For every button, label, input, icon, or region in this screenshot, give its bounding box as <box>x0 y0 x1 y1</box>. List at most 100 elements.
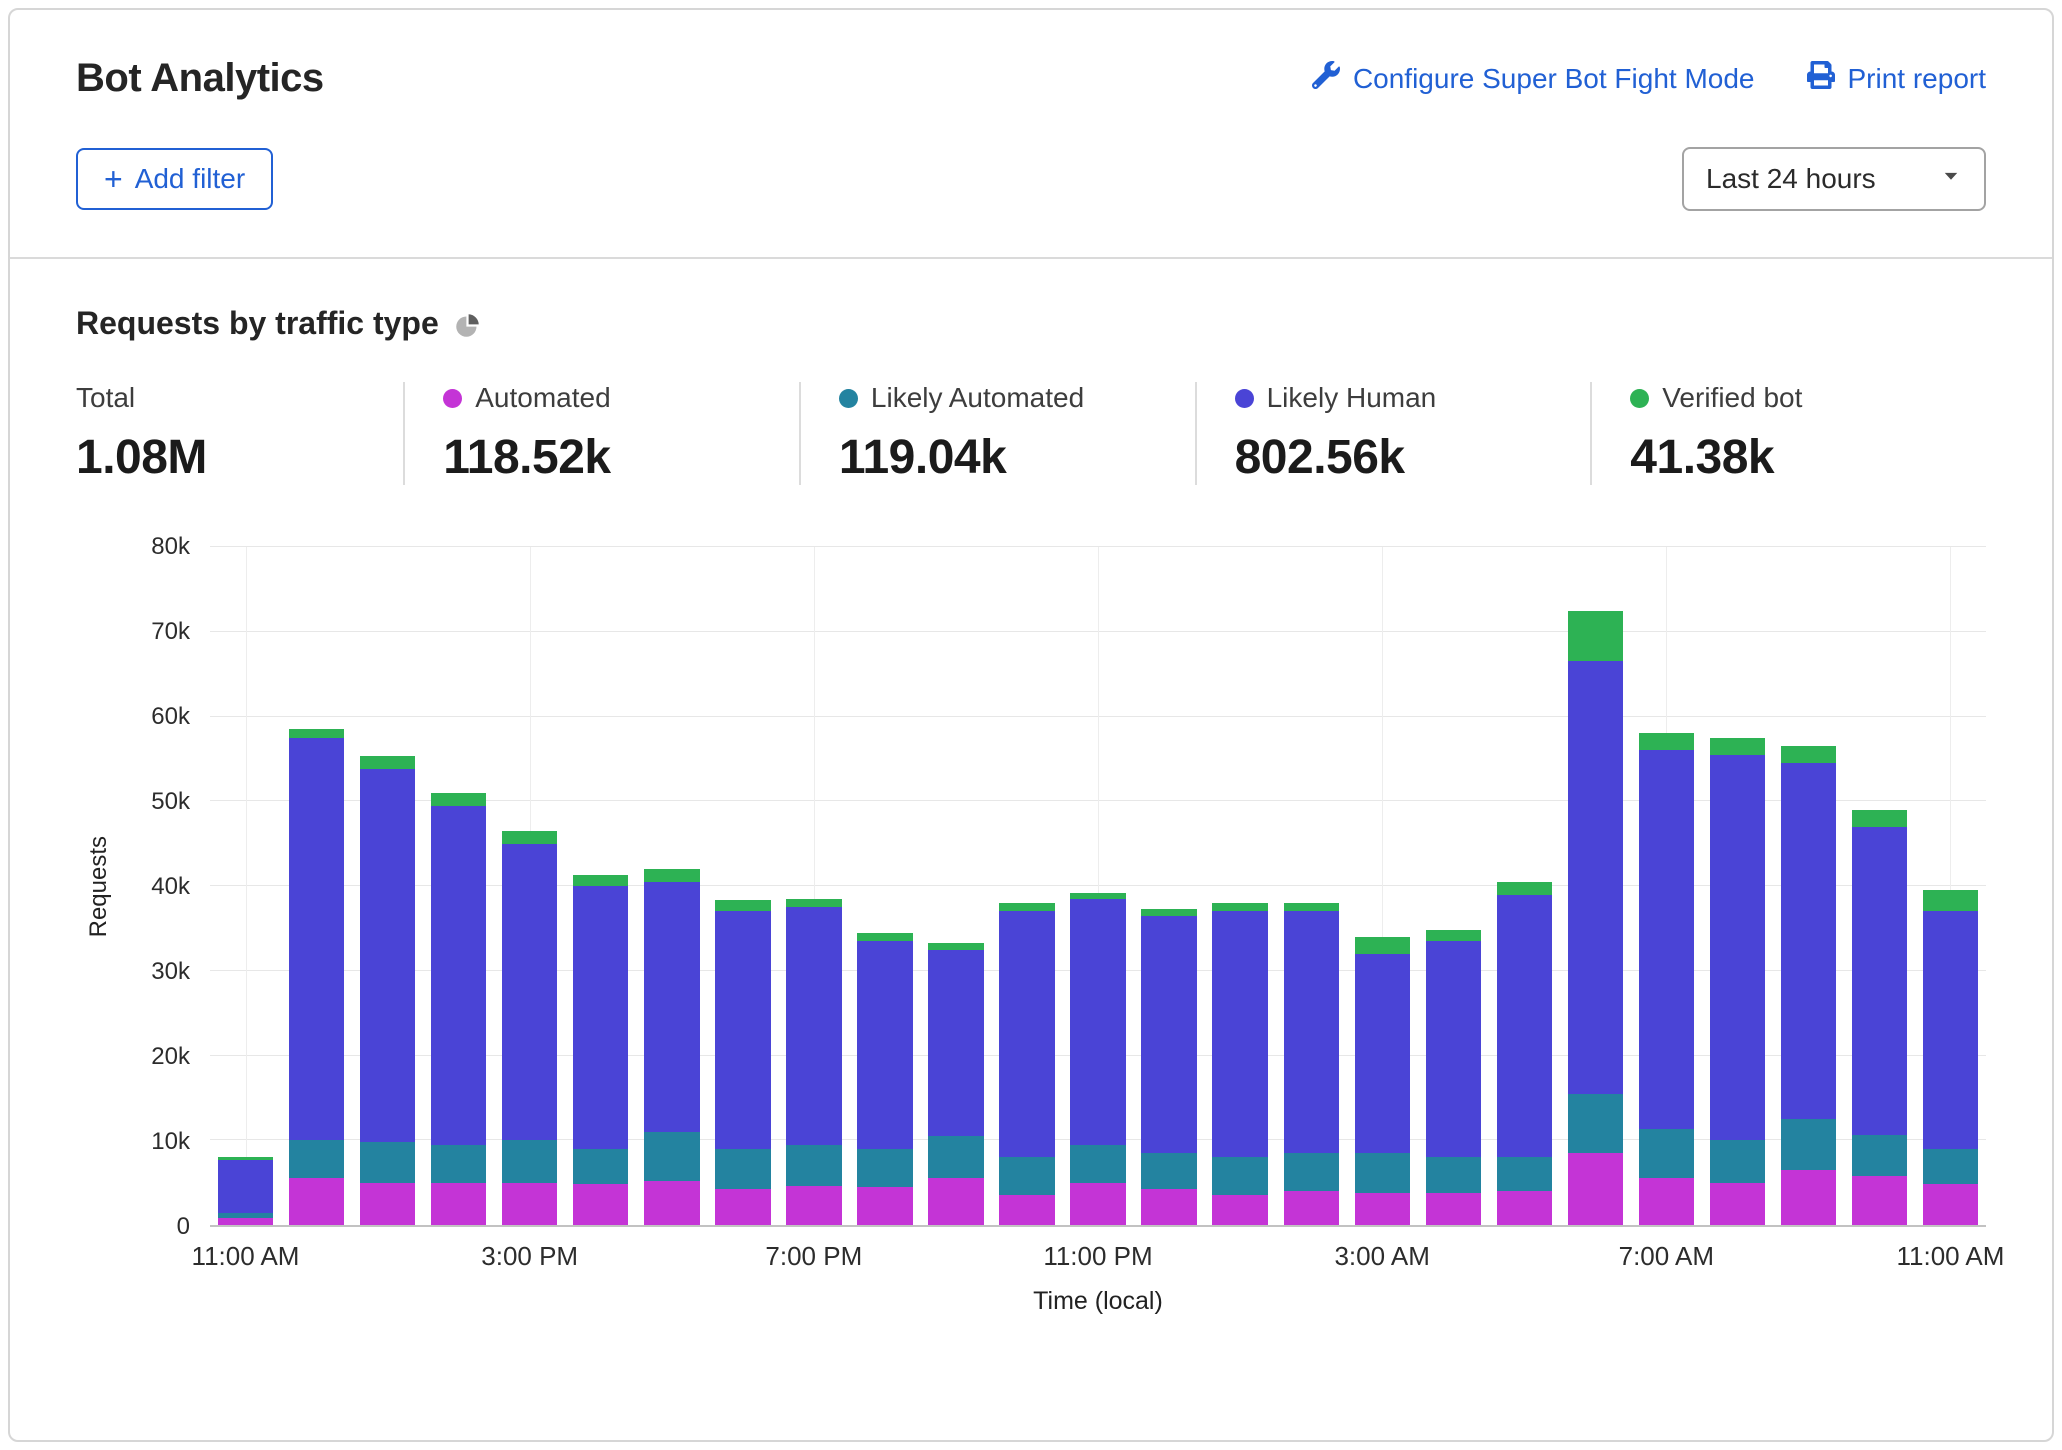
segment-automated <box>999 1195 1054 1226</box>
segment-verified-bot <box>1355 937 1410 954</box>
x-tick-label: 3:00 PM <box>481 1241 578 1272</box>
bar-11-10-00-pm[interactable] <box>992 547 1063 1225</box>
bar-16-3-00-am[interactable] <box>1347 547 1418 1225</box>
bar-17-4-00-am[interactable] <box>1418 547 1489 1225</box>
bar-22-9-00-am[interactable] <box>1773 547 1844 1225</box>
bar-4-3-00-pm[interactable] <box>494 547 565 1225</box>
segment-automated <box>431 1183 486 1225</box>
segment-verified-bot <box>289 729 344 737</box>
segment-automated <box>1141 1189 1196 1225</box>
stat-total[interactable]: Total1.08M <box>76 382 403 485</box>
segment-likely-human <box>857 941 912 1149</box>
segment-likely-automated <box>1568 1094 1623 1153</box>
bar-20-7-00-am[interactable] <box>1631 547 1702 1225</box>
bar-21-8-00-am[interactable] <box>1702 547 1773 1225</box>
x-tick-label: 3:00 AM <box>1334 1241 1429 1272</box>
bars-layer <box>210 547 1986 1225</box>
stat-value: 802.56k <box>1235 430 1591 485</box>
y-tick-label: 30k <box>151 958 190 986</box>
segment-verified-bot <box>1212 903 1267 911</box>
bar-14-1-00-am[interactable] <box>1205 547 1276 1225</box>
stat-likely-automated[interactable]: Likely Automated 119.04k <box>799 382 1195 485</box>
bar-3-2-00-pm[interactable] <box>423 547 494 1225</box>
segment-automated <box>857 1187 912 1225</box>
stats-row: Total1.08MAutomated118.52kLikely Automat… <box>76 382 1986 485</box>
legend-dot-likely-human <box>1235 389 1254 408</box>
segment-automated <box>1070 1183 1125 1225</box>
x-tick-label: 11:00 AM <box>192 1241 300 1272</box>
header-section: Bot Analytics Configure Super Bot Fight … <box>10 10 2052 257</box>
segment-likely-automated <box>644 1132 699 1181</box>
segment-automated <box>1426 1193 1481 1225</box>
segment-automated <box>1284 1191 1339 1225</box>
y-tick-label: 80k <box>151 533 190 561</box>
bar-24-11-00-am[interactable] <box>1915 547 1986 1225</box>
segment-likely-automated <box>431 1145 486 1183</box>
segment-automated <box>1852 1176 1907 1225</box>
y-tick-label: 70k <box>151 618 190 646</box>
segment-likely-human <box>1497 895 1552 1158</box>
stat-value: 119.04k <box>839 430 1195 485</box>
bar-19-6-00-am[interactable] <box>1560 547 1631 1225</box>
segment-automated <box>928 1178 983 1225</box>
bar-2-1-00-pm[interactable] <box>352 547 423 1225</box>
add-filter-label: Add filter <box>135 163 246 195</box>
segment-verified-bot <box>928 943 983 950</box>
bar-0-11-00-am[interactable] <box>210 547 281 1225</box>
segment-automated <box>644 1181 699 1225</box>
segment-verified-bot <box>1639 733 1694 750</box>
segment-automated <box>715 1189 770 1225</box>
segment-automated <box>1639 1178 1694 1225</box>
segment-likely-human <box>1141 916 1196 1153</box>
wrench-icon <box>1312 61 1340 96</box>
segment-likely-human <box>999 911 1054 1157</box>
segment-likely-automated <box>573 1149 628 1185</box>
segment-verified-bot <box>1141 909 1196 916</box>
segment-likely-automated <box>786 1145 841 1187</box>
section-heading: Requests by traffic type <box>76 305 439 342</box>
bar-8-7-00-pm[interactable] <box>778 547 849 1225</box>
add-filter-button[interactable]: + Add filter <box>76 148 273 210</box>
bar-1-12-00-pm[interactable] <box>281 547 352 1225</box>
x-axis-title: Time (local) <box>210 1277 1986 1321</box>
segment-automated <box>786 1186 841 1225</box>
y-tick-label: 20k <box>151 1043 190 1071</box>
segment-automated <box>502 1183 557 1225</box>
stat-label: Likely Automated <box>871 382 1084 414</box>
segment-likely-human <box>431 806 486 1145</box>
segment-likely-automated <box>1923 1149 1978 1185</box>
segment-likely-automated <box>715 1149 770 1189</box>
segment-likely-human <box>573 886 628 1149</box>
segment-verified-bot <box>1497 882 1552 895</box>
x-tick-label: 11:00 PM <box>1043 1241 1152 1272</box>
segment-likely-human <box>1355 954 1410 1153</box>
bar-5-4-00-pm[interactable] <box>565 547 636 1225</box>
stat-likely-human[interactable]: Likely Human802.56k <box>1195 382 1591 485</box>
segment-automated <box>1568 1153 1623 1225</box>
segment-automated <box>1212 1195 1267 1226</box>
configure-super-bot-fight-mode-link[interactable]: Configure Super Bot Fight Mode <box>1312 61 1755 96</box>
bar-18-5-00-am[interactable] <box>1489 547 1560 1225</box>
segment-likely-automated <box>1212 1157 1267 1194</box>
bar-6-5-00-pm[interactable] <box>636 547 707 1225</box>
segment-likely-human <box>1852 827 1907 1135</box>
bar-23-10-00-am[interactable] <box>1844 547 1915 1225</box>
bar-9-8-00-pm[interactable] <box>849 547 920 1225</box>
bar-13-12-00-am[interactable] <box>1134 547 1205 1225</box>
segment-likely-automated <box>928 1136 983 1178</box>
bar-7-6-00-pm[interactable] <box>707 547 778 1225</box>
stat-automated[interactable]: Automated118.52k <box>403 382 799 485</box>
print-report-link[interactable]: Print report <box>1807 61 1987 96</box>
bar-10-9-00-pm[interactable] <box>920 547 991 1225</box>
bar-12-11-00-pm[interactable] <box>1063 547 1134 1225</box>
bar-15-2-00-am[interactable] <box>1276 547 1347 1225</box>
segment-automated <box>360 1183 415 1225</box>
segment-verified-bot <box>1923 890 1978 911</box>
segment-likely-automated <box>502 1140 557 1182</box>
stat-verified-bot[interactable]: Verified bot41.38k <box>1590 382 1986 485</box>
segment-likely-human <box>1923 911 1978 1148</box>
segment-verified-bot <box>573 875 628 886</box>
time-range-select[interactable]: Last 24 hours <box>1682 147 1986 211</box>
chevron-down-icon <box>1936 161 1966 198</box>
segment-likely-human <box>502 844 557 1141</box>
